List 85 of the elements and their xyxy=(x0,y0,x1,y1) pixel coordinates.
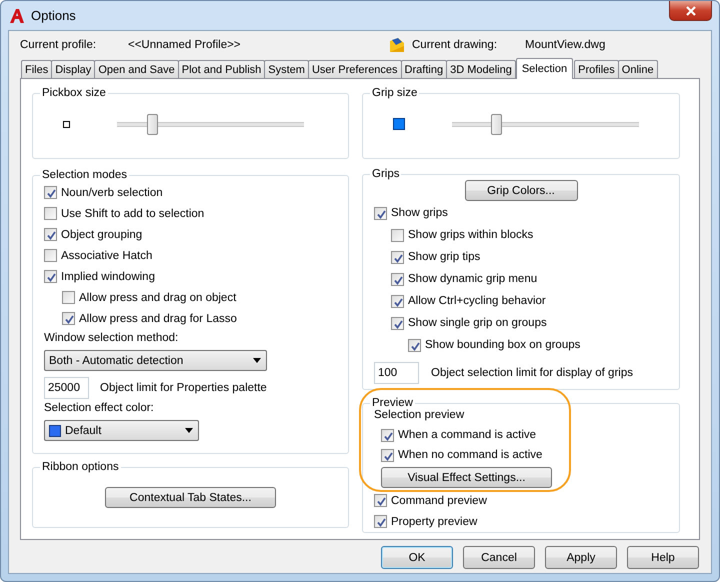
dropdown-arrow-icon xyxy=(185,428,193,433)
group-title: Grips xyxy=(371,168,400,180)
drawing-label: Current drawing: xyxy=(412,39,498,51)
input-field[interactable]: 100 xyxy=(374,362,419,384)
checkbox[interactable] xyxy=(44,249,57,262)
field-label: Object selection limit for display of grips xyxy=(431,367,633,379)
group-title: Grip size xyxy=(371,87,418,99)
checkbox[interactable] xyxy=(374,206,387,220)
input-field[interactable]: 25000 xyxy=(44,377,89,399)
field-label: Object limit for Properties palette xyxy=(100,382,267,394)
checkbox[interactable] xyxy=(44,228,57,241)
checkbox[interactable] xyxy=(391,250,404,264)
drawing-name: MountView.dwg xyxy=(525,39,606,51)
drawing-file-icon xyxy=(389,37,405,53)
checkbox[interactable] xyxy=(381,448,394,462)
slider-thumb[interactable] xyxy=(490,114,502,134)
grip-square-icon xyxy=(393,118,405,130)
checkbox[interactable] xyxy=(44,186,57,199)
checkbox[interactable] xyxy=(374,515,387,528)
tab[interactable]: 3D Modeling xyxy=(446,60,516,79)
tab[interactable]: Open and Save xyxy=(94,60,179,79)
section-label: Selection preview xyxy=(374,409,466,423)
close-icon xyxy=(686,6,696,16)
checkbox[interactable] xyxy=(44,270,57,283)
checkbox[interactable] xyxy=(391,272,404,286)
dialog-button[interactable]: Cancel xyxy=(463,546,535,569)
checkbox-label[interactable]: Implied windowing xyxy=(61,270,155,282)
dropdown-arrow-icon xyxy=(253,358,261,363)
checkbox[interactable] xyxy=(391,316,404,330)
checkbox-label[interactable]: Allow press and drag for Lasso xyxy=(79,312,237,324)
tab[interactable]: Files xyxy=(21,60,52,79)
tab[interactable]: Profiles xyxy=(574,60,619,79)
tab[interactable]: System xyxy=(264,60,309,79)
checkbox-label[interactable]: Associative Hatch xyxy=(61,250,152,262)
dialog-button[interactable]: OK xyxy=(381,546,453,569)
group-title: Ribbon options xyxy=(41,461,120,473)
checkbox-label[interactable]: Property preview xyxy=(391,516,478,528)
checkbox-label[interactable]: When no command is active xyxy=(398,449,542,461)
contextual-tab-states-button[interactable]: Contextual Tab States... xyxy=(105,487,276,508)
checkbox-label[interactable]: Show grips xyxy=(391,207,448,219)
checkbox-label[interactable]: Show dynamic grip menu xyxy=(408,273,538,285)
profile-label: Current profile: xyxy=(20,39,98,51)
tab[interactable]: Plot and Publish xyxy=(178,60,266,79)
color-swatch xyxy=(49,424,61,436)
checkbox[interactable] xyxy=(44,207,57,220)
checkbox-label[interactable]: Show single grip on groups xyxy=(408,317,547,329)
dialog-button[interactable]: Apply xyxy=(545,546,617,569)
close-button[interactable] xyxy=(669,1,712,21)
checkbox-label[interactable]: Show bounding box on groups xyxy=(425,339,580,351)
tab[interactable]: Online xyxy=(618,60,658,79)
checkbox-label[interactable]: Noun/verb selection xyxy=(61,186,163,198)
checkbox-label[interactable]: Object grouping xyxy=(61,228,142,240)
checkbox-label[interactable]: Use Shift to add to selection xyxy=(61,208,204,220)
checkbox[interactable] xyxy=(408,338,421,352)
group-title: Preview xyxy=(371,397,414,409)
checkbox[interactable] xyxy=(374,494,387,507)
checkbox[interactable] xyxy=(381,428,394,442)
slider-thumb[interactable] xyxy=(146,114,158,134)
checkbox-label[interactable]: Allow Ctrl+cycling behavior xyxy=(408,295,546,307)
checkbox[interactable] xyxy=(391,228,404,242)
group-title: Pickbox size xyxy=(41,87,107,99)
dropdown[interactable]: Default xyxy=(44,420,199,441)
tab[interactable]: User Preferences xyxy=(308,60,402,79)
tab[interactable]: Selection xyxy=(516,58,574,79)
app-logo-icon xyxy=(9,8,25,24)
tab[interactable]: Display xyxy=(51,60,96,79)
grip-colors-button[interactable]: Grip Colors... xyxy=(464,180,578,201)
field-label: Selection effect color: xyxy=(44,402,155,416)
checkbox-label[interactable]: When a command is active xyxy=(398,429,536,441)
field-label: Window selection method: xyxy=(44,332,180,346)
profile-name: <<Unnamed Profile>> xyxy=(128,39,242,51)
group-title: Selection modes xyxy=(41,169,128,181)
checkbox-label[interactable]: Allow press and drag on object xyxy=(79,292,236,304)
tab[interactable]: Drafting xyxy=(400,60,448,79)
window-title: Options xyxy=(31,8,76,23)
visual-effect-settings-button[interactable]: Visual Effect Settings... xyxy=(381,467,552,488)
checkbox[interactable] xyxy=(62,312,75,325)
checkbox[interactable] xyxy=(391,294,404,308)
checkbox-label[interactable]: Show grips within blocks xyxy=(408,229,534,241)
dialog-button[interactable]: Help xyxy=(627,546,699,569)
checkbox[interactable] xyxy=(62,291,75,304)
dropdown[interactable]: Both - Automatic detection xyxy=(44,350,267,371)
checkbox-label[interactable]: Show grip tips xyxy=(408,251,480,263)
pickbox-square-icon xyxy=(63,120,70,128)
checkbox-label[interactable]: Command preview xyxy=(391,494,487,506)
